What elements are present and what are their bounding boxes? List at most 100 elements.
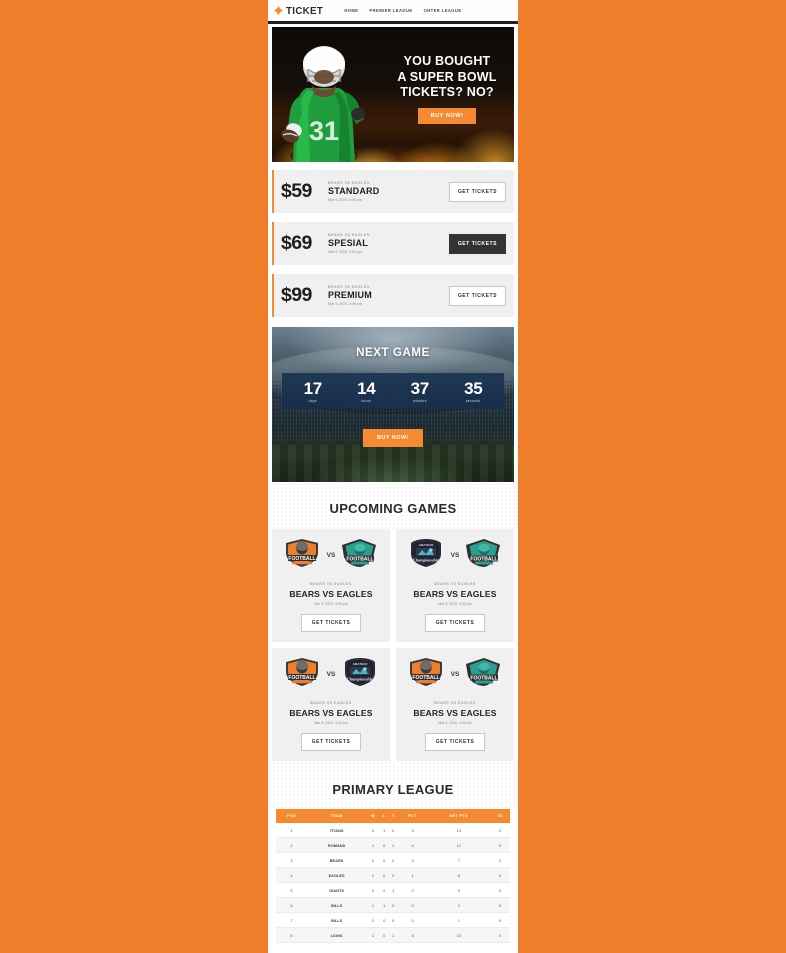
cell-l: 1 <box>379 897 389 913</box>
nav-item-premier-league[interactable]: PREMIER LEAGUE <box>369 8 412 13</box>
table-row: 8 LIONS 1 0 1 4 10 0 <box>276 927 510 943</box>
matchup-logos: FOOTBALL VS AMATEUR Championship <box>278 657 384 692</box>
next-game-section: NEXT GAME 17 days 14 hours 37 minutes 35… <box>272 327 514 482</box>
game-subtitle: BEARS VS EAGLES <box>434 701 476 705</box>
cell-t: 1 <box>388 927 398 943</box>
brand-logo[interactable]: TICKET <box>274 5 326 17</box>
price-subtitle: BEARS VS EAGLES <box>328 180 370 185</box>
get-tickets-button[interactable]: GET TICKETS <box>300 733 362 751</box>
price-amount: $99 <box>281 284 312 306</box>
countdown-hours-value: 14 <box>357 379 376 398</box>
countdown-seconds: 35 seconds <box>447 380 501 403</box>
svg-text:31: 31 <box>309 116 339 146</box>
ticket-diamond-icon <box>274 6 283 15</box>
vs-label: VS <box>450 552 460 559</box>
countdown-minutes-value: 37 <box>410 379 430 398</box>
price-details: BEARS VS EAGLES SPESIAL Mar 5, 2020, 4:0… <box>328 233 449 255</box>
league-title: PRIMARY LEAGUE <box>332 782 454 797</box>
cell-t: 0 <box>388 912 398 928</box>
price-details: BEARS VS EAGLES STANDARD Mar 5, 2020, 4:… <box>328 181 449 203</box>
column-header-l: L <box>379 809 389 823</box>
main-nav: HOME PREMIER LEAGUE OHTER LEAGUE <box>344 8 461 13</box>
cell-t: 0 <box>388 823 398 838</box>
cell-w: 2 <box>366 912 380 928</box>
hero-buy-now-button[interactable]: BUY NOW! <box>417 107 477 124</box>
column-header-pct: PCT <box>397 809 428 823</box>
countdown-days-label: days <box>308 399 317 403</box>
game-title: BEARS VS EAGLES <box>289 708 373 718</box>
matchup-logos: AMATEUR Championship VS FOOTBALL <box>402 538 508 573</box>
cell-td: 0 <box>490 882 510 898</box>
cell-net-pts: 7 <box>427 852 491 868</box>
svg-text:FOOTBALL: FOOTBALL <box>288 556 315 562</box>
cell-l: 1 <box>379 823 389 838</box>
upcoming-games-title: UPCOMING GAMES <box>329 501 457 516</box>
cell-t: 0 <box>388 897 398 913</box>
league-table-head: POS TEAM W L T PCT NET PTS TD <box>276 809 510 823</box>
cell-pos: 5 <box>276 882 307 898</box>
cell-td: 0 <box>490 852 510 868</box>
get-tickets-button[interactable]: GET TICKETS <box>424 614 486 632</box>
nav-item-ohter-league[interactable]: OHTER LEAGUE <box>424 8 462 13</box>
game-card: AMATEUR Championship VS FOOTBALL BEARS V… <box>396 529 514 642</box>
game-subtitle: BEARS VS EAGLES <box>310 701 352 705</box>
football-orange-shield-logo: FOOTBALL <box>282 538 322 573</box>
email-body: TICKET HOME PREMIER LEAGUE OHTER LEAGUE … <box>268 0 518 953</box>
cell-net-pts: 12 <box>427 837 491 853</box>
cell-td: 0 <box>490 927 510 943</box>
cell-net-pts: 13 <box>427 823 491 838</box>
column-header-td: TD <box>490 809 510 823</box>
price-card-standard: $59 BEARS VS EAGLES STANDARD Mar 5, 2020… <box>272 170 514 213</box>
countdown-days-value: 17 <box>303 379 323 398</box>
matchup-logos: FOOTBALL VS FOOTBALL <box>402 657 508 692</box>
hero-copy: YOU BOUGHT A SUPER BOWL TICKETS? NO? BUY… <box>388 53 506 124</box>
svg-text:FOOTBALL: FOOTBALL <box>347 556 374 562</box>
cell-l: 2 <box>379 882 389 898</box>
table-row: 1 TITANS 0 1 0 3 13 0 <box>276 823 510 838</box>
next-game-cta-wrap: BUY NOW! <box>272 426 514 447</box>
cell-team: BILLS <box>306 897 367 913</box>
brand-name: TICKET <box>286 4 324 17</box>
price-date: Mar 5, 2020, 4:00 pm <box>328 302 363 307</box>
cell-team: BEARS <box>306 852 367 868</box>
nav-item-home[interactable]: HOME <box>344 8 358 13</box>
cell-pos: 7 <box>276 912 307 928</box>
countdown-minutes-label: minutes <box>412 399 427 403</box>
price-tier-name: SPESIAL <box>328 238 368 249</box>
cell-td: 0 <box>490 867 510 883</box>
game-date: Mar 5, 2020, 4:00 pm <box>314 602 348 606</box>
svg-text:FOOTBALL: FOOTBALL <box>288 675 315 681</box>
table-row: 3 BEARS 0 0 0 3 7 0 <box>276 852 510 868</box>
column-header-net-pts: NET PTS <box>427 809 491 823</box>
game-title: BEARS VS EAGLES <box>413 589 497 599</box>
get-tickets-button[interactable]: GET TICKETS <box>448 233 506 254</box>
header-divider <box>268 21 518 24</box>
cell-l: 0 <box>379 912 389 928</box>
amateur-championship-navy-logo: AMATEUR Championship <box>406 538 446 573</box>
game-card: FOOTBALL VS FOOTBALL BEARS VS EAGLES BEA… <box>396 648 514 761</box>
get-tickets-button[interactable]: GET TICKETS <box>300 614 362 632</box>
game-title: BEARS VS EAGLES <box>413 708 497 718</box>
table-row: 5 GIANTS 0 2 1 0 9 0 <box>276 882 510 898</box>
next-game-buy-now-button[interactable]: BUY NOW! <box>363 429 423 447</box>
next-game-title: NEXT GAME <box>356 347 430 359</box>
cell-l: 0 <box>379 837 389 853</box>
cell-net-pts: 9 <box>427 882 491 898</box>
cell-w: 1 <box>366 927 380 943</box>
cell-l: 0 <box>379 867 389 883</box>
cell-net-pts: 1 <box>427 912 491 928</box>
cell-t: 0 <box>388 852 398 868</box>
hero-banner: 31 YOU BOUGHT A SUPER BOWL TICKETS? NO? … <box>272 27 514 162</box>
league-header: PRIMARY LEAGUE <box>268 761 518 809</box>
game-card: FOOTBALL VS AMATEUR Championship BEARS V… <box>272 648 390 761</box>
get-tickets-button[interactable]: GET TICKETS <box>424 733 486 751</box>
table-row: 6 BILLS 1 1 0 0 2 0 <box>276 897 510 913</box>
get-tickets-button[interactable]: GET TICKETS <box>448 181 506 202</box>
cell-pct: 4 <box>397 837 428 853</box>
column-header-t: T <box>388 809 398 823</box>
cell-pos: 2 <box>276 837 307 853</box>
cell-pct: 0 <box>397 882 428 898</box>
svg-text:Championship: Championship <box>412 558 439 563</box>
cell-w: 1 <box>366 897 380 913</box>
get-tickets-button[interactable]: GET TICKETS <box>448 285 506 306</box>
